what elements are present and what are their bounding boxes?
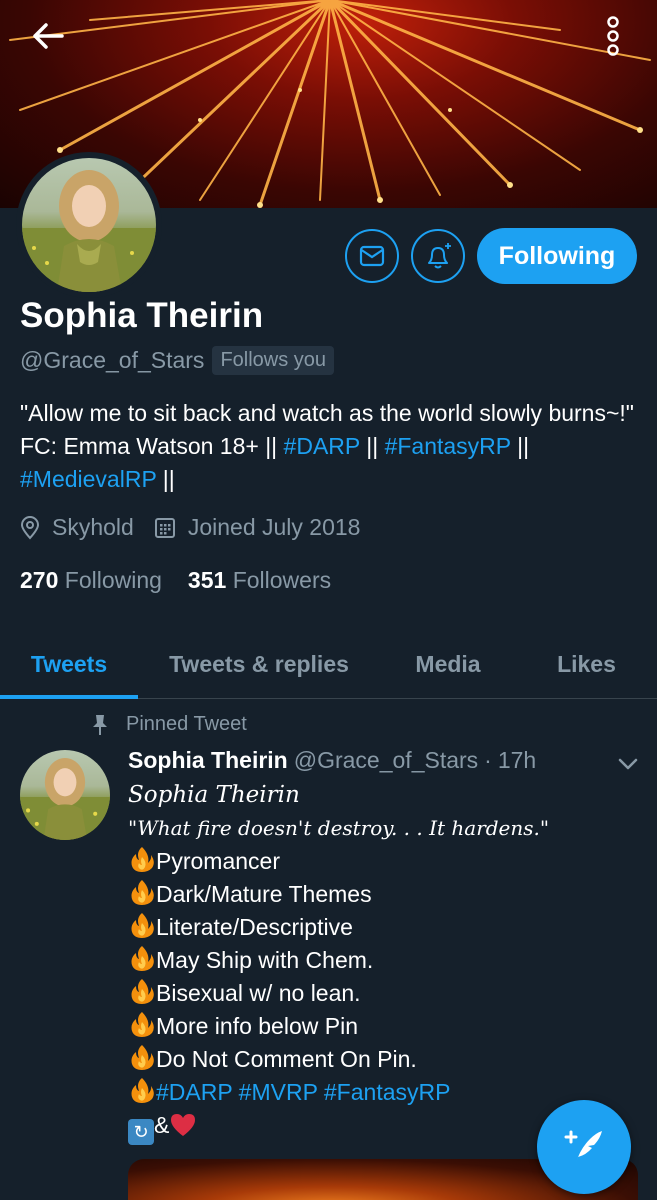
follows-you-badge: Follows you: [212, 346, 335, 375]
fire-icon: [128, 1076, 156, 1104]
more-vertical-icon: [607, 16, 619, 56]
hashtag-link[interactable]: #DARP: [284, 433, 360, 459]
tweet-time: 17h: [497, 747, 537, 773]
arrow-left-icon: [33, 23, 64, 49]
joined-text: Joined July 2018: [187, 514, 361, 540]
hashtag-link[interactable]: #FantasyRP: [385, 433, 511, 459]
compose-tweet-button[interactable]: [537, 1100, 631, 1194]
fire-icon: [128, 911, 156, 939]
fire-icon: [128, 845, 156, 873]
following-label: Following: [64, 567, 162, 593]
tab-likes[interactable]: Likes: [516, 630, 657, 698]
notifications-button[interactable]: [411, 229, 465, 283]
tweet-list-item: Dark/Mature Themes: [128, 878, 628, 911]
tweet-dot: ·: [484, 747, 492, 773]
profile-handle: @Grace_of_Stars: [20, 347, 205, 373]
follow-counts: 270 Following 351 Followers: [20, 567, 331, 594]
repeat-icon: ↻: [128, 1119, 154, 1145]
hashtag-mvrp[interactable]: #MVRP: [239, 1079, 318, 1105]
tweet-list-item: Do Not Comment On Pin.: [128, 1043, 628, 1076]
profile-bio: "Allow me to sit back and watch as the w…: [20, 397, 640, 496]
tweet-list-item: May Ship with Chem.: [128, 944, 628, 977]
followers-count: 351: [187, 567, 227, 593]
back-button[interactable]: [18, 16, 78, 56]
more-options-button[interactable]: [590, 10, 636, 62]
hashtag-link[interactable]: #MedievalRP: [20, 466, 156, 492]
hashtag-fantasyrp[interactable]: #FantasyRP: [324, 1079, 451, 1105]
followers-count-link[interactable]: 351 Followers: [188, 567, 331, 594]
profile-avatar[interactable]: [16, 152, 162, 298]
avatar-image: [22, 158, 156, 292]
profile-name: Sophia Theirin: [20, 296, 264, 335]
pin-icon: [93, 714, 107, 735]
tweet-list: Pyromancer Dark/Mature Themes Literate/Des…: [128, 845, 628, 1076]
following-count-link[interactable]: 270 Following: [20, 567, 162, 594]
tweet-author-name[interactable]: Sophia Theirin: [128, 747, 288, 774]
fire-icon: [128, 1010, 156, 1038]
tab-media[interactable]: Media: [380, 630, 516, 698]
tweet-hashtags-line: #DARP #MVRP #FantasyRP: [128, 1076, 628, 1109]
tweet-list-item: Bisexual w/ no lean.: [128, 977, 628, 1010]
tweet-list-item: Literate/Descriptive: [128, 911, 628, 944]
profile-tabs: Tweets Tweets & replies Media Likes: [0, 630, 657, 699]
tweet-menu-button[interactable]: [614, 752, 642, 776]
join-date: Joined July 2018: [154, 514, 361, 541]
handle-row: @Grace_of_Stars Follows you: [20, 346, 335, 375]
heart-icon: [169, 1112, 197, 1147]
tab-tweets[interactable]: Tweets: [0, 630, 138, 699]
fire-icon: [128, 1043, 156, 1071]
profile-meta: Skyhold Joined July 2018: [20, 514, 380, 541]
tweet-list-item-text: Do Not Comment On Pin.: [156, 1046, 417, 1072]
location: Skyhold: [20, 514, 134, 541]
tweet-quote: "What fire doesn't destroy. . . It harde…: [128, 816, 550, 840]
following-count: 270: [20, 567, 59, 593]
tweet-list-item-text: Bisexual w/ no lean.: [156, 980, 361, 1006]
fire-icon: [128, 878, 156, 906]
tweet-list-item: Pyromancer: [128, 845, 628, 878]
pinned-indicator: Pinned Tweet: [92, 713, 247, 736]
tweet-list-item: More info below Pin: [128, 1010, 628, 1043]
message-button[interactable]: [345, 229, 399, 283]
fire-icon: [128, 977, 156, 1005]
tweet-list-item-text: Pyromancer: [156, 848, 280, 874]
location-text: Skyhold: [52, 514, 134, 540]
following-button[interactable]: Following: [477, 228, 637, 284]
ampersand: &: [154, 1112, 170, 1138]
tweet-header: Sophia Theirin @Grace_of_Stars · 17h: [128, 747, 536, 774]
followers-label: Followers: [232, 567, 332, 593]
tab-tweets-replies[interactable]: Tweets & replies: [138, 630, 380, 698]
tweet-list-item-text: More info below Pin: [156, 1013, 358, 1039]
compose-feather-icon: [564, 1130, 602, 1163]
calendar-icon: [154, 517, 175, 538]
bio-separator: ||: [359, 433, 385, 459]
pinned-label: Pinned Tweet: [126, 713, 247, 735]
location-pin-icon: [20, 515, 40, 540]
fire-icon: [128, 944, 156, 972]
tweet-list-item-text: May Ship with Chem.: [156, 947, 374, 973]
tweet-title: Sophia Theirin: [128, 782, 300, 808]
bell-plus-icon: [428, 243, 451, 269]
mail-icon: [359, 245, 385, 267]
hashtag-darp[interactable]: #DARP: [156, 1079, 232, 1105]
chevron-down-icon: [618, 758, 638, 770]
tweet-author-avatar[interactable]: [20, 750, 110, 840]
tweet-body: Sophia Theirin "What fire doesn't destro…: [128, 779, 628, 1147]
bio-separator: ||: [156, 466, 175, 492]
tweet-list-item-text: Literate/Descriptive: [156, 914, 353, 940]
bio-separator: ||: [510, 433, 530, 459]
tweet-list-item-text: Dark/Mature Themes: [156, 881, 372, 907]
tweet-author-handle: @Grace_of_Stars: [293, 747, 479, 773]
